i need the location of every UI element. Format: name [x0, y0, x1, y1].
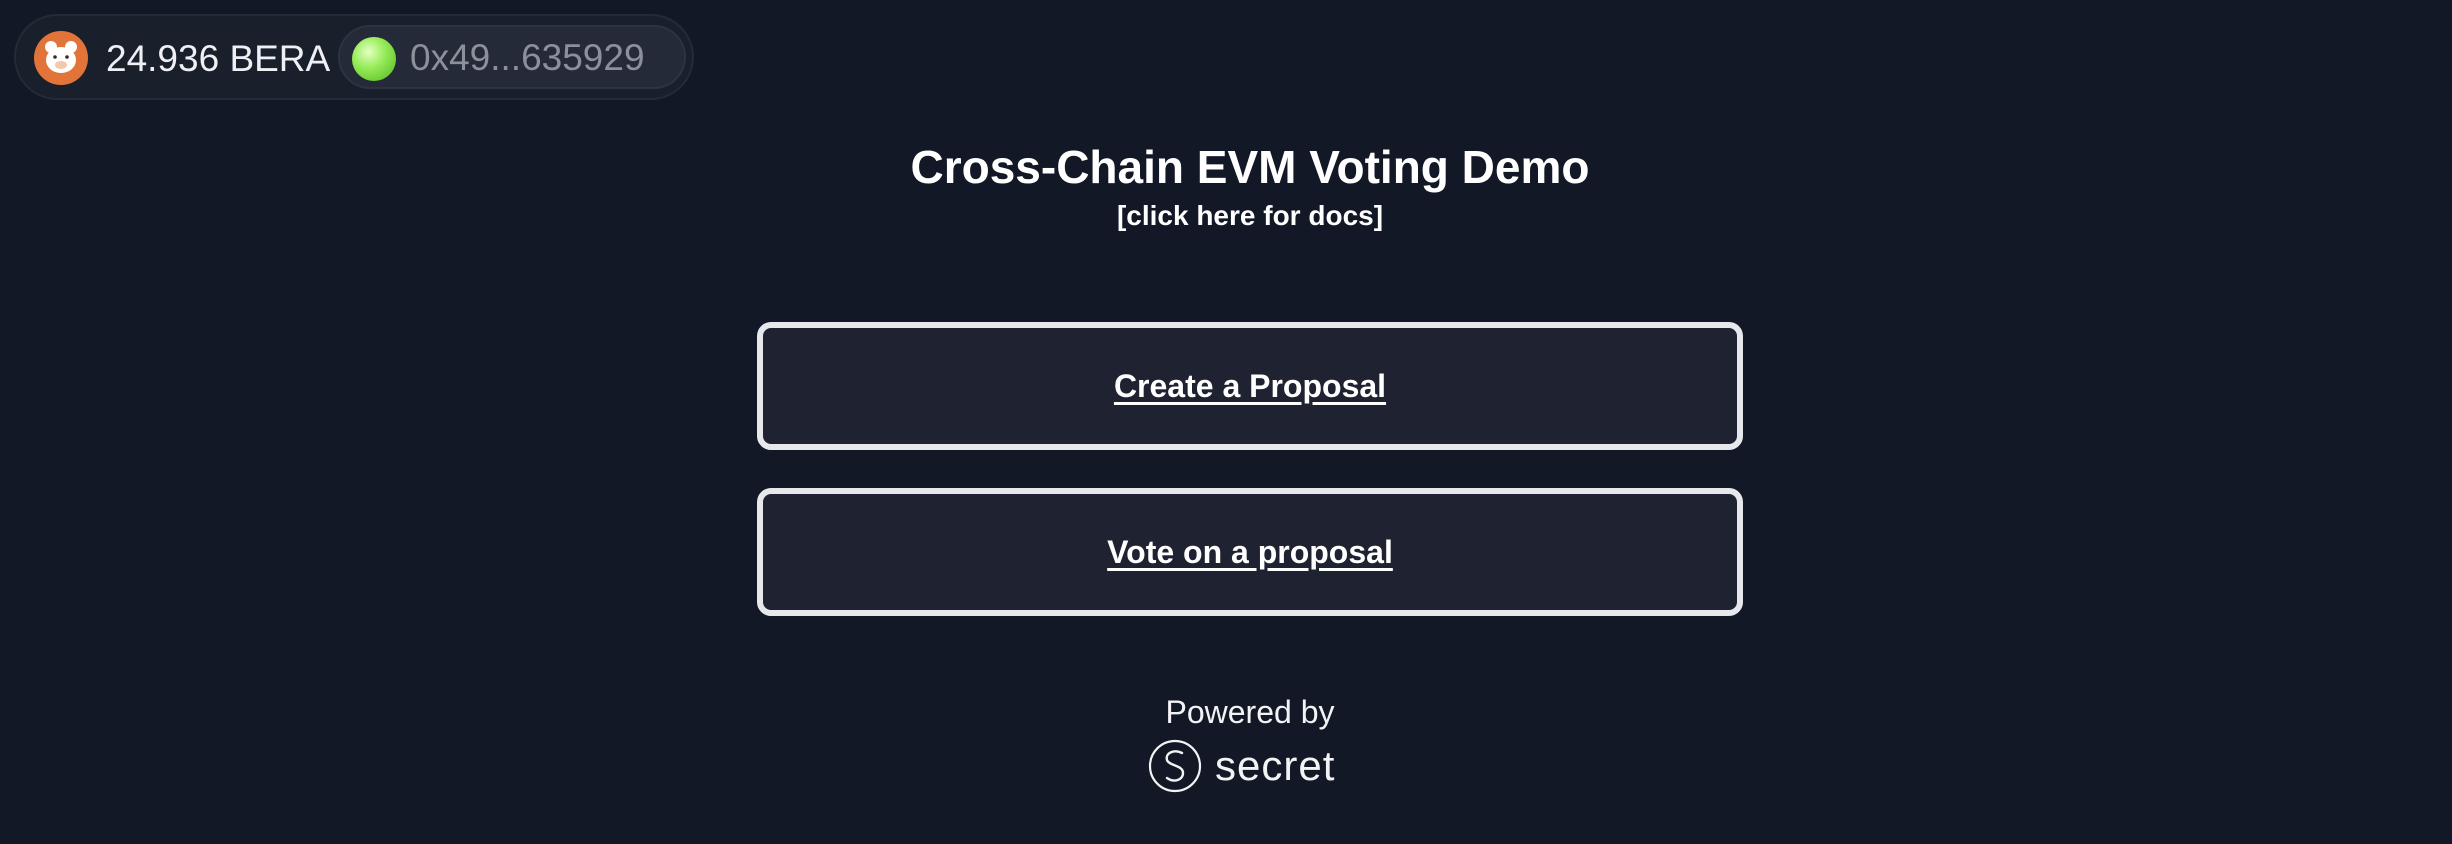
vote-proposal-label[interactable]: Vote on a proposal — [1107, 534, 1393, 571]
docs-link[interactable]: [click here for docs] — [0, 198, 2452, 234]
wallet-balance: 24.936 BERA — [106, 38, 331, 79]
create-proposal-button[interactable]: Create a Proposal — [757, 322, 1743, 450]
account-avatar-icon — [352, 37, 396, 81]
page-title: Cross-Chain EVM Voting Demo — [910, 141, 1590, 193]
secret-brand-logo[interactable]: secret — [1147, 736, 1353, 796]
account-button[interactable]: 0x49...635929 — [338, 25, 686, 89]
wallet-bar[interactable]: 24.936 BERA 0x49...635929 — [14, 14, 694, 100]
account-address: 0x49...635929 — [410, 37, 645, 78]
bera-bear-icon[interactable] — [34, 31, 88, 85]
secret-brand-name: secret — [1215, 742, 1336, 789]
powered-by-text: Powered by — [1165, 694, 1335, 730]
create-proposal-label[interactable]: Create a Proposal — [1114, 368, 1386, 405]
vote-proposal-button[interactable]: Vote on a proposal — [757, 488, 1743, 616]
secret-logo-icon — [1148, 739, 1202, 793]
